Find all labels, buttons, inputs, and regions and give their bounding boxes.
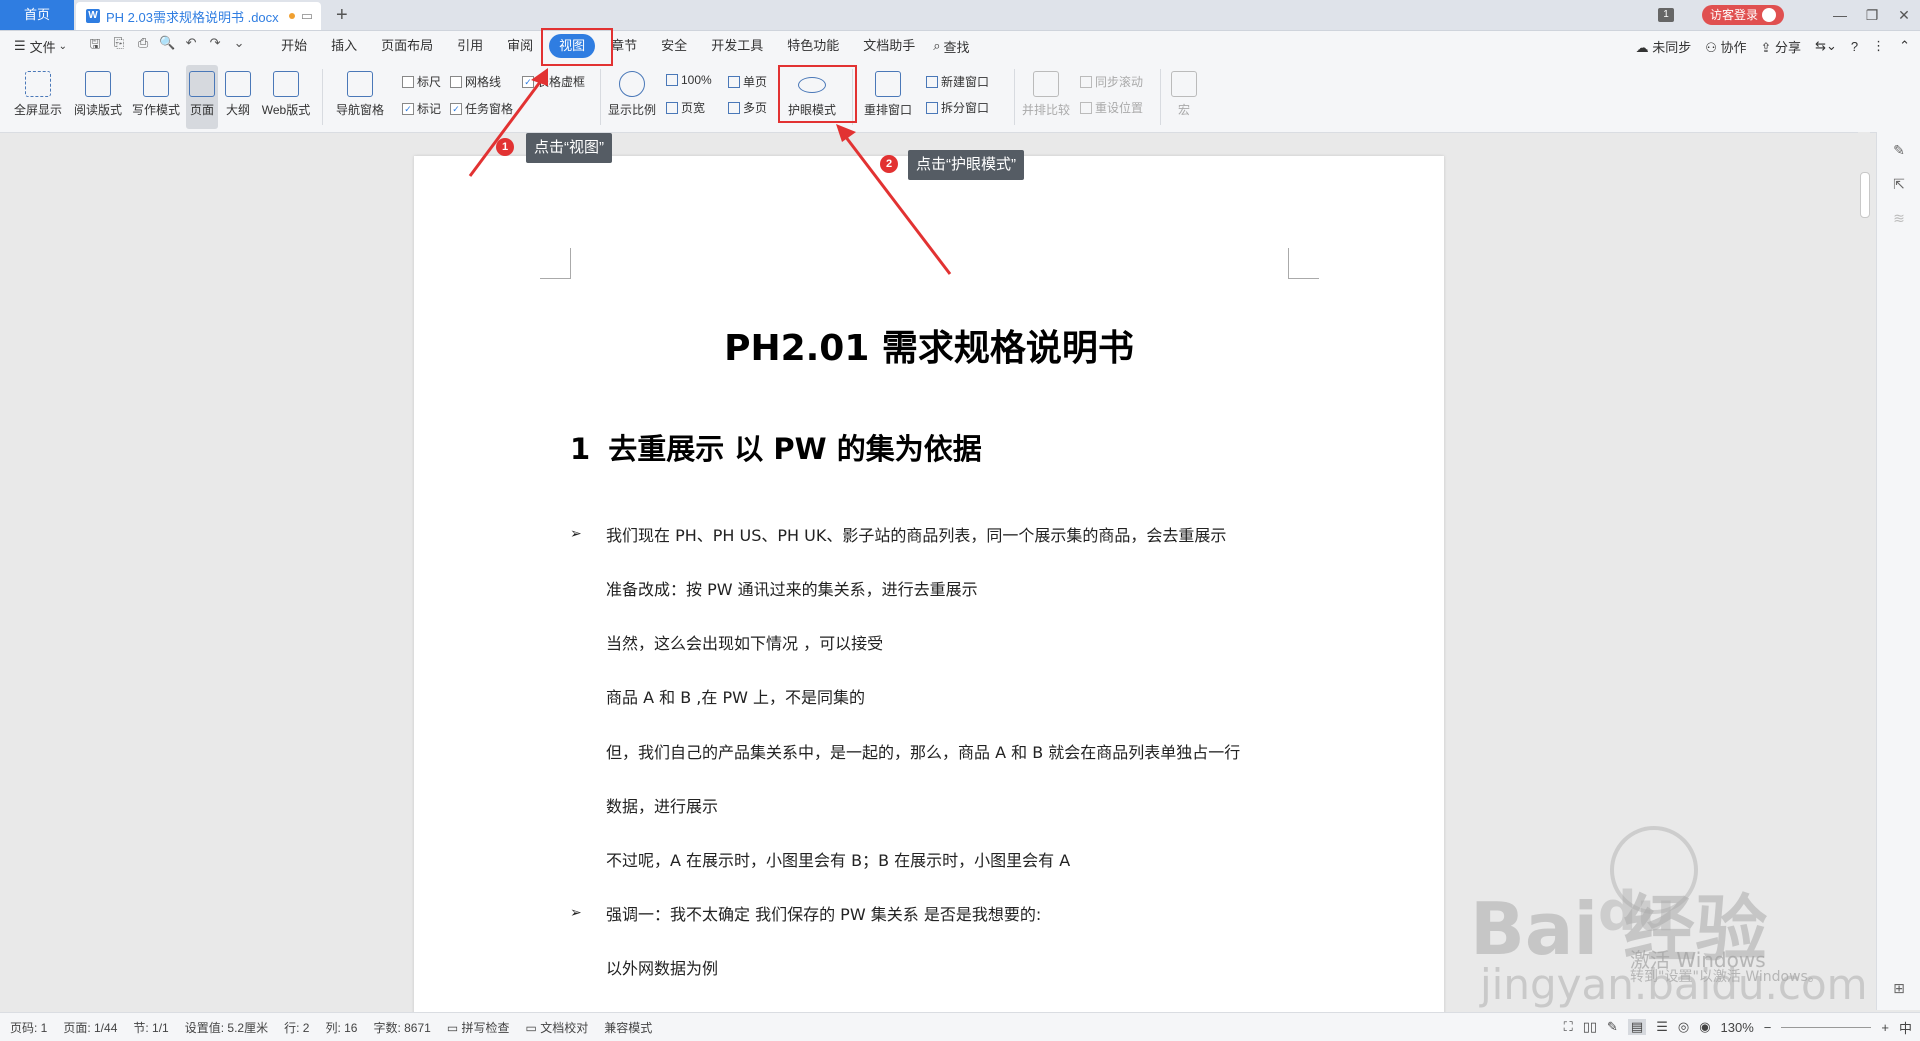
step-2-badge: 2 xyxy=(880,155,898,173)
step-1-callout: 点击“视图” xyxy=(526,133,612,163)
step-1-badge: 1 xyxy=(496,138,514,156)
step-2-callout: 点击“护眼模式” xyxy=(908,150,1024,180)
watermark-url: jingyan.baidu.com xyxy=(1480,960,1868,1009)
paw-logo-icon xyxy=(1610,826,1698,914)
